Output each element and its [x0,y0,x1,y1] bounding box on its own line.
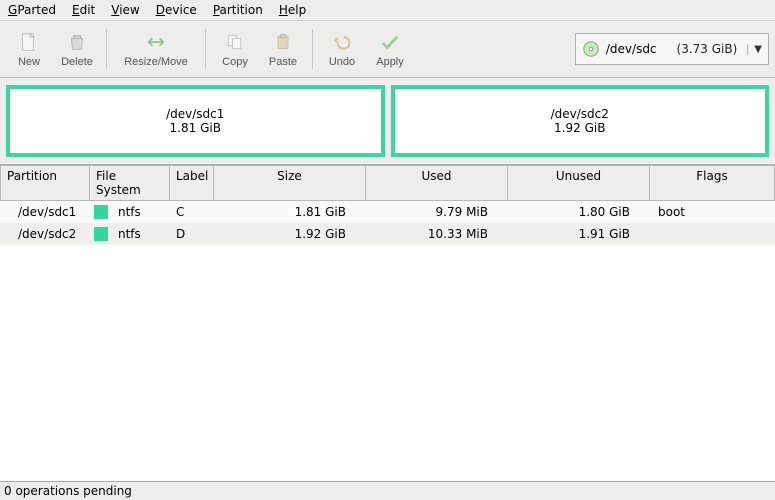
cell-filesystem: ntfs [90,225,170,243]
menu-device[interactable]: Device [156,3,197,17]
cell-flags: boot [650,203,775,221]
partition-table: Partition File System Label Size Used Un… [0,164,775,481]
paste-button[interactable]: Paste [260,25,306,73]
undo-button[interactable]: Undo [319,25,365,73]
menu-edit[interactable]: Edit [72,3,95,17]
partition-box-sdc1[interactable]: /dev/sdc1 1.81 GiB [6,85,385,157]
new-button[interactable]: New [6,25,52,73]
cell-used: 9.79 MiB [366,203,508,221]
undo-icon [330,30,354,54]
cell-unused: 1.91 GiB [508,225,650,243]
cell-used: 10.33 MiB [366,225,508,243]
col-size[interactable]: Size [214,165,366,201]
fs-color-icon [94,205,108,219]
disk-icon [582,40,600,58]
apply-label: Apply [376,56,404,68]
col-used[interactable]: Used [366,165,508,201]
partition-name: /dev/sdc1 [166,107,224,121]
paste-label: Paste [269,56,297,68]
col-unused[interactable]: Unused [508,165,650,201]
partition-size: 1.81 GiB [170,121,221,135]
toolbar: New Delete Resize/Move Copy Paste Undo A… [0,21,775,78]
device-path: /dev/sdc [606,42,657,56]
cell-label: C [170,203,214,221]
apply-button[interactable]: Apply [367,25,413,73]
table-row[interactable]: /dev/sdc1ntfsC1.81 GiB9.79 MiB1.80 GiBbo… [0,201,775,223]
copy-icon [223,30,247,54]
new-icon [17,30,41,54]
cell-flags [650,232,775,236]
cell-size: 1.92 GiB [214,225,366,243]
new-label: New [18,56,40,68]
disk-map: /dev/sdc1 1.81 GiB /dev/sdc2 1.92 GiB [0,78,775,164]
partition-name: /dev/sdc2 [551,107,609,121]
delete-button[interactable]: Delete [54,25,100,73]
delete-label: Delete [61,56,93,68]
copy-label: Copy [222,56,248,68]
resize-label: Resize/Move [124,56,188,68]
menu-gparted[interactable]: GParted [8,3,56,17]
device-size: (3.73 GiB) [677,42,738,56]
chevron-down-icon: ▼ [747,44,762,55]
col-filesystem[interactable]: File System [90,165,170,201]
menubar: GParted Edit View Device Partition Help [0,0,775,21]
table-header: Partition File System Label Size Used Un… [0,165,775,201]
status-bar: 0 operations pending [0,481,775,500]
col-partition[interactable]: Partition [0,165,90,201]
cell-size: 1.81 GiB [214,203,366,221]
menu-help[interactable]: Help [279,3,306,17]
cell-partition: /dev/sdc1 [0,203,90,221]
partition-size: 1.92 GiB [554,121,605,135]
separator [205,29,206,69]
resize-button[interactable]: Resize/Move [113,25,199,73]
cell-filesystem: ntfs [90,203,170,221]
cell-label: D [170,225,214,243]
copy-button[interactable]: Copy [212,25,258,73]
separator [312,29,313,69]
menu-view[interactable]: View [111,3,139,17]
resize-icon [144,30,168,54]
apply-icon [378,30,402,54]
fs-color-icon [94,227,108,241]
status-text: 0 operations pending [4,484,132,498]
cell-partition: /dev/sdc2 [0,225,90,243]
col-flags[interactable]: Flags [650,165,775,201]
cell-unused: 1.80 GiB [508,203,650,221]
paste-icon [271,30,295,54]
table-row[interactable]: /dev/sdc2ntfsD1.92 GiB10.33 MiB1.91 GiB [0,223,775,245]
delete-icon [65,30,89,54]
partition-box-sdc2[interactable]: /dev/sdc2 1.92 GiB [391,85,770,157]
col-label[interactable]: Label [170,165,214,201]
undo-label: Undo [329,56,355,68]
separator [106,29,107,69]
device-selector[interactable]: /dev/sdc (3.73 GiB) ▼ [575,33,769,65]
menu-partition[interactable]: Partition [213,3,263,17]
